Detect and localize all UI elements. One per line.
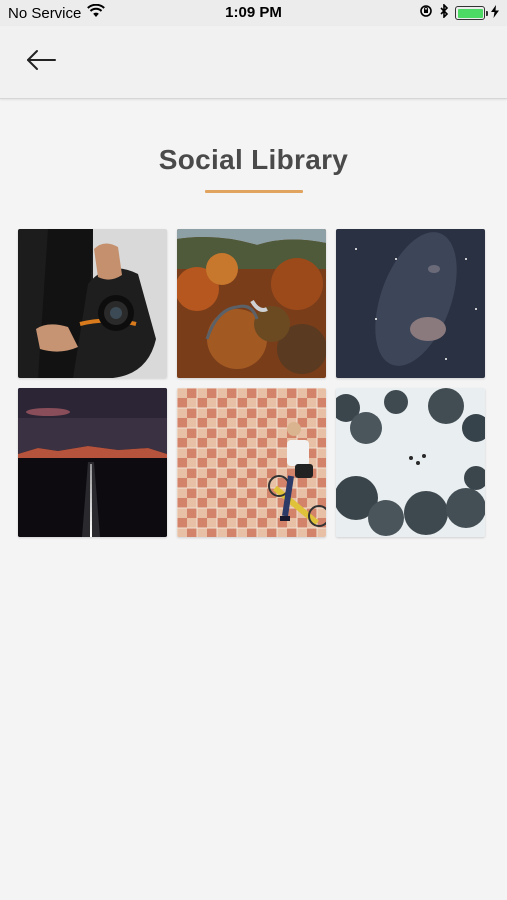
autumn-forest-road-photo[interactable] bbox=[177, 229, 326, 378]
status-bar: No Service 1:09 PM bbox=[0, 0, 507, 26]
charging-icon bbox=[491, 4, 499, 22]
page-title: Social Library bbox=[158, 144, 349, 175]
cyclist-tiled-plaza-photo[interactable] bbox=[177, 388, 326, 537]
bluetooth-icon bbox=[439, 3, 449, 22]
navigation-bar bbox=[0, 26, 507, 99]
battery-fill bbox=[457, 8, 483, 18]
snowy-forest-photo[interactable] bbox=[336, 388, 485, 537]
camera-bag-photo[interactable] bbox=[18, 229, 167, 378]
wifi-icon bbox=[87, 3, 106, 22]
title-underline bbox=[205, 190, 303, 193]
status-left: No Service bbox=[8, 3, 106, 22]
night-sky-photo[interactable] bbox=[336, 229, 485, 378]
orientation-lock-icon bbox=[419, 4, 433, 22]
arrow-left-icon bbox=[25, 49, 57, 76]
battery-icon bbox=[455, 6, 488, 20]
photo-grid bbox=[18, 229, 486, 537]
status-right bbox=[419, 3, 499, 22]
title-area: Social Library bbox=[0, 144, 507, 176]
dusk-road-mountains-photo[interactable] bbox=[18, 388, 167, 537]
back-button[interactable] bbox=[20, 44, 62, 80]
carrier-label: No Service bbox=[8, 4, 82, 22]
